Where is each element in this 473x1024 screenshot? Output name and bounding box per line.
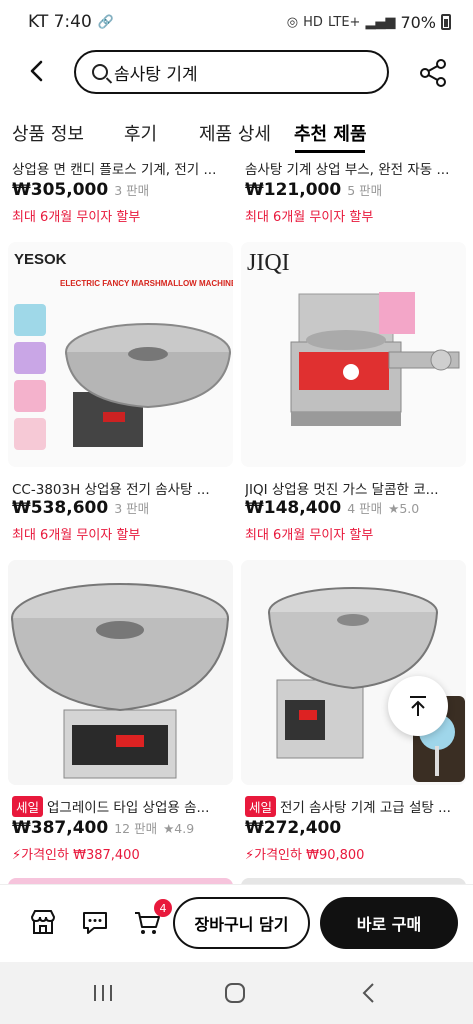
product-title: CC-3803H 상업용 전기 솜사탕 ...: [12, 482, 210, 498]
product-promo: ⚡가격인하 ₩90,800: [245, 848, 365, 863]
product-brand: JIQI: [247, 250, 290, 276]
product-promo: 최대 6개월 무이자 할부: [12, 528, 141, 543]
home-icon: [225, 983, 245, 1003]
search-header: 솜사탕 기계: [0, 48, 473, 98]
chat-button[interactable]: [80, 907, 110, 937]
status-time: KT 7:40: [28, 12, 92, 32]
buy-now-button[interactable]: 바로 구매: [320, 897, 458, 949]
tab-recommended[interactable]: 추천 제품: [294, 120, 367, 146]
product-banner: ELECTRIC FANCY MARSHMALLOW MACHINE: [60, 279, 233, 288]
product-promo: 최대 6개월 무이자 할부: [245, 528, 374, 543]
product-price: ₩272,400: [245, 818, 342, 838]
star-icon: ★: [388, 501, 400, 516]
product-promo: ⚡가격인하 ₩387,400: [12, 848, 140, 863]
nav-back-icon: [362, 983, 374, 1003]
hd-icon: HD: [303, 14, 323, 30]
product-rating: ★4.9: [163, 821, 195, 836]
link-icon: 🔗: [97, 14, 114, 30]
battery-label: 70%: [400, 12, 436, 32]
tab-product-info[interactable]: 상품 정보: [12, 120, 84, 146]
product-image[interactable]: [8, 560, 233, 785]
recent-apps-button[interactable]: [88, 978, 118, 1008]
product-title: 세일 업그레이드 타입 상업용 솜...: [12, 796, 237, 817]
battery-icon: [441, 14, 451, 30]
lightning-icon: ⚡: [12, 848, 22, 863]
product-price: ₩305,000: [12, 180, 109, 200]
sale-badge: 세일: [12, 796, 44, 817]
scroll-top-button[interactable]: [388, 676, 448, 736]
product-title: 솜사탕 기계 상업 부스, 완전 자동 ...: [245, 162, 450, 178]
product-title: 상업용 면 캔디 플로스 기계, 전기 ...: [12, 162, 217, 178]
product-price: ₩538,600: [12, 498, 109, 518]
chat-icon: [83, 912, 107, 934]
search-icon: [92, 64, 108, 80]
product-rating: ★5.0: [388, 501, 420, 516]
search-input[interactable]: 솜사탕 기계: [74, 50, 389, 94]
product-price: ₩387,400: [12, 818, 109, 838]
status-bar: KT 7:40 🔗 ◎ HD LTE+ ▂▄▆ 70%: [0, 0, 473, 44]
home-button[interactable]: [220, 978, 250, 1008]
product-price: ₩148,400: [245, 498, 342, 518]
product-promo: 최대 6개월 무이자 할부: [12, 210, 141, 225]
add-to-cart-button[interactable]: 장바구니 담기: [173, 897, 310, 949]
product-sold: 3 판매: [114, 183, 150, 198]
hotspot-icon: ◎: [286, 14, 299, 30]
signal-icon: ▂▄▆: [365, 14, 396, 30]
system-nav-bar: [0, 962, 473, 1024]
product-tabs: 상품 정보 후기 제품 상세 추천 제품: [0, 112, 473, 153]
system-back-button[interactable]: [354, 978, 384, 1008]
product-image[interactable]: JIQI: [241, 242, 466, 467]
scroll-top-icon: [410, 696, 426, 716]
store-icon: [30, 910, 56, 934]
tab-product-detail[interactable]: 제품 상세: [199, 120, 271, 146]
share-button[interactable]: [416, 56, 450, 90]
product-sold: 3 판매: [114, 501, 150, 516]
tab-reviews[interactable]: 후기: [124, 120, 157, 146]
product-sold: 5 판매: [347, 183, 383, 198]
product-grid: 상업용 면 캔디 플로스 기계, 전기 ... ₩305,000 3 판매 최대…: [0, 150, 473, 890]
search-value: 솜사탕 기계: [114, 64, 198, 85]
product-title: JIQI 상업용 멋진 가스 달콤한 코...: [245, 482, 439, 498]
cart-count-badge: 4: [154, 899, 172, 917]
bottom-action-bar: 4 장바구니 담기 바로 구매: [0, 884, 473, 960]
product-brand: YESOK: [14, 251, 67, 268]
lightning-icon: ⚡: [245, 848, 255, 863]
back-button[interactable]: [22, 56, 52, 86]
product-promo: 최대 6개월 무이자 할부: [245, 210, 374, 225]
product-image[interactable]: YESOK ELECTRIC FANCY MARSHMALLOW MACHINE: [8, 242, 233, 467]
product-title: 세일 전기 솜사탕 기계 고급 설탕 ...: [245, 796, 470, 817]
recent-apps-icon: [94, 985, 112, 1001]
sale-badge: 세일: [245, 796, 277, 817]
network-label: LTE+: [327, 14, 361, 30]
store-button[interactable]: [28, 907, 58, 937]
product-sold: 12 판매: [114, 821, 158, 836]
star-icon: ★: [163, 821, 175, 836]
product-price: ₩121,000: [245, 180, 342, 200]
share-icon: [420, 59, 446, 87]
product-sold: 4 판매: [347, 501, 383, 516]
back-icon: [30, 60, 43, 82]
